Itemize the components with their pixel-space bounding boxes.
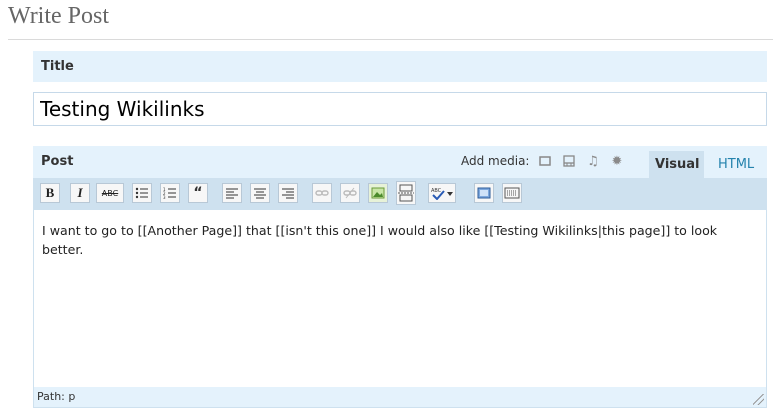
align-left-icon[interactable] xyxy=(222,183,242,203)
italic-button[interactable]: I xyxy=(70,183,90,203)
post-label: Post xyxy=(41,154,74,169)
numbered-list-icon[interactable]: 123 xyxy=(160,183,180,203)
post-editor[interactable]: B I ABC 123 “ ABC I want to go to [[Anot… xyxy=(33,178,767,408)
editor-status-path: Path: p xyxy=(34,387,766,407)
resize-handle-icon[interactable] xyxy=(753,394,764,405)
add-media-icon[interactable]: ✹ xyxy=(609,153,625,169)
blockquote-icon[interactable]: “ xyxy=(188,183,208,203)
align-right-icon[interactable] xyxy=(278,183,298,203)
svg-text:ABC: ABC xyxy=(431,188,442,194)
title-divider xyxy=(8,39,773,40)
bold-button[interactable]: B xyxy=(40,183,60,203)
tab-visual[interactable]: Visual xyxy=(649,151,704,178)
title-input[interactable] xyxy=(33,92,767,126)
add-media-label: Add media: xyxy=(461,154,530,168)
add-video-icon[interactable] xyxy=(561,153,577,169)
editor-content[interactable]: I want to go to [[Another Page]] that [[… xyxy=(42,221,758,259)
more-tag-icon[interactable] xyxy=(396,181,416,205)
kitchen-sink-icon[interactable] xyxy=(502,183,522,203)
svg-text:3: 3 xyxy=(163,195,166,199)
spellcheck-icon[interactable]: ABC xyxy=(428,183,456,203)
page-title: Write Post xyxy=(8,3,110,29)
insert-link-icon[interactable] xyxy=(312,183,332,203)
add-image-icon[interactable] xyxy=(537,153,553,169)
title-box-header: Title xyxy=(33,51,767,82)
tab-html[interactable]: HTML xyxy=(712,151,762,178)
insert-image-icon[interactable] xyxy=(368,183,388,203)
post-box-header: Post Add media: ♫ ✹ Visual HTML xyxy=(33,146,767,178)
strikethrough-button[interactable]: ABC xyxy=(96,183,124,203)
bullet-list-icon[interactable] xyxy=(132,183,152,203)
fullscreen-icon[interactable] xyxy=(474,183,494,203)
editor-toolbar: B I ABC 123 “ ABC xyxy=(34,178,766,210)
add-audio-icon[interactable]: ♫ xyxy=(585,153,601,169)
unlink-icon[interactable] xyxy=(340,183,360,203)
align-center-icon[interactable] xyxy=(250,183,270,203)
